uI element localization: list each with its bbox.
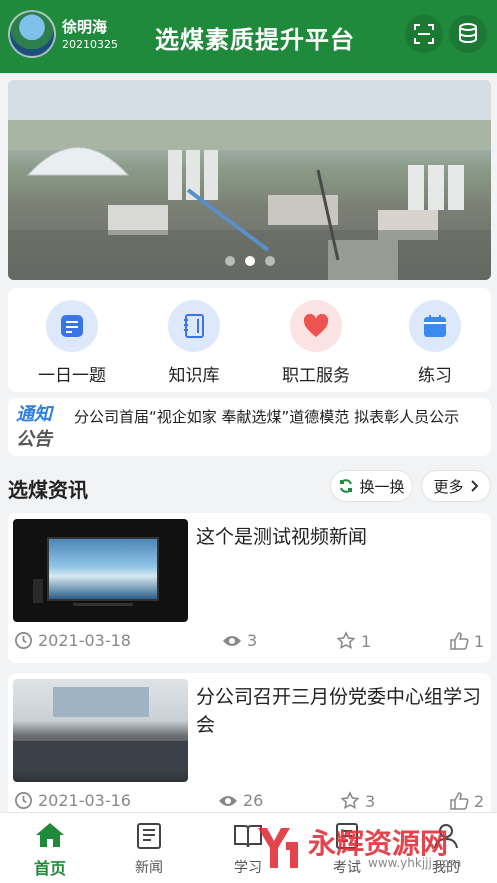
section-title: 选煤资讯	[8, 478, 88, 502]
news-likes-count: 1	[474, 631, 485, 651]
quick-label: 一日一题	[38, 366, 106, 386]
notice-text[interactable]: 分公司首届“视企如家 奉献选煤”道德模范 拟表彰人员公示	[74, 406, 474, 428]
quick-menu: 一日一题 知识库 职工服务 练习	[8, 288, 491, 392]
news-views: 26	[218, 791, 263, 810]
watermark-logo-icon	[258, 828, 298, 868]
carousel-dots	[8, 256, 491, 266]
app-header: 徐明海 20210325 选煤素质提升平台	[0, 0, 497, 73]
more-button[interactable]: 更多	[421, 470, 491, 502]
news-views: 3	[222, 631, 257, 650]
quick-daily-question[interactable]: 一日一题	[22, 300, 122, 386]
news-stars-count: 1	[361, 631, 372, 651]
news-date: 2021-03-16	[14, 791, 131, 810]
meeting-screen	[53, 687, 149, 717]
scan-icon	[414, 24, 434, 44]
heart-icon	[290, 300, 342, 352]
page-title: 选煤素质提升平台	[155, 26, 355, 54]
quick-knowledge-base[interactable]: 知识库	[144, 300, 244, 386]
quick-staff-service[interactable]: 职工服务	[266, 300, 366, 386]
news-card[interactable]: 分公司召开三月份党委中心组学习会 2021-03-16 26 3 2	[8, 673, 491, 823]
quick-label: 练习	[418, 366, 452, 386]
tv-stand	[73, 603, 133, 606]
star-icon	[340, 791, 360, 810]
user-id: 20210325	[62, 38, 118, 51]
news-title[interactable]: 这个是测试视频新闻	[196, 523, 481, 551]
news-stars-count: 3	[365, 791, 376, 811]
tab-label: 首页	[33, 859, 66, 878]
book-icon	[168, 300, 220, 352]
user-name: 徐明海	[62, 18, 108, 36]
newspaper-icon	[137, 823, 161, 849]
scan-button[interactable]	[405, 15, 443, 53]
refresh-icon	[340, 479, 353, 493]
news-date: 2021-03-18	[14, 631, 131, 650]
news-card[interactable]: 这个是测试视频新闻 2021-03-18 3 1 1	[8, 513, 491, 663]
tv-speaker	[33, 579, 43, 603]
news-likes[interactable]: 2	[449, 791, 484, 811]
news-stars[interactable]: 3	[340, 791, 375, 811]
tab-news[interactable]: 新闻	[109, 821, 189, 877]
watermark-url: www.yhkjjj.com	[368, 856, 462, 870]
avatar[interactable]	[8, 10, 56, 58]
note-icon	[46, 300, 98, 352]
eye-icon	[219, 795, 237, 806]
news-likes[interactable]: 1	[449, 631, 484, 651]
carousel-dot[interactable]	[264, 256, 275, 266]
thumbs-up-icon	[450, 792, 469, 810]
news-thumbnail	[13, 679, 188, 782]
star-icon	[336, 631, 356, 650]
thumbs-up-icon	[450, 632, 469, 650]
tv-screen	[47, 537, 159, 601]
chevron-right-icon	[470, 480, 478, 492]
notice-logo-line2: 公告	[16, 429, 52, 450]
notice-logo-line1: 通知	[16, 404, 52, 425]
carousel-dot[interactable]	[244, 256, 255, 266]
clock-icon	[15, 632, 32, 649]
news-thumbnail	[13, 519, 188, 622]
quick-label: 职工服务	[282, 366, 350, 386]
calendar-icon	[409, 300, 461, 352]
banner-carousel[interactable]	[8, 80, 491, 280]
more-label: 更多	[433, 477, 464, 496]
news-title[interactable]: 分公司召开三月份党委中心组学习会	[196, 683, 481, 739]
clock-icon	[15, 792, 32, 809]
quick-practice[interactable]: 练习	[385, 300, 485, 386]
banner-image	[8, 80, 491, 280]
news-date-text: 2021-03-18	[38, 631, 131, 650]
watermark: 永辉资源网 www.yhkjjj.com	[248, 818, 496, 880]
database-button[interactable]	[449, 15, 487, 53]
quick-label: 知识库	[168, 366, 220, 386]
notice-bar[interactable]: 通知 公告 分公司首届“视企如家 奉献选煤”道德模范 拟表彰人员公示	[8, 398, 491, 456]
tab-label: 新闻	[135, 860, 163, 876]
refresh-button[interactable]: 换一换	[330, 470, 413, 502]
eye-icon	[223, 635, 241, 646]
refresh-label: 换一换	[359, 477, 405, 496]
news-views-count: 3	[247, 631, 258, 650]
home-icon	[36, 823, 64, 847]
database-icon	[459, 23, 477, 44]
meeting-table	[13, 741, 188, 769]
news-stars[interactable]: 1	[336, 631, 371, 651]
news-date-text: 2021-03-16	[38, 791, 131, 810]
notice-logo: 通知 公告	[16, 402, 62, 452]
news-likes-count: 2	[474, 791, 485, 811]
carousel-dot[interactable]	[224, 256, 235, 266]
tab-home[interactable]: 首页	[10, 821, 90, 879]
news-views-count: 26	[243, 791, 264, 810]
